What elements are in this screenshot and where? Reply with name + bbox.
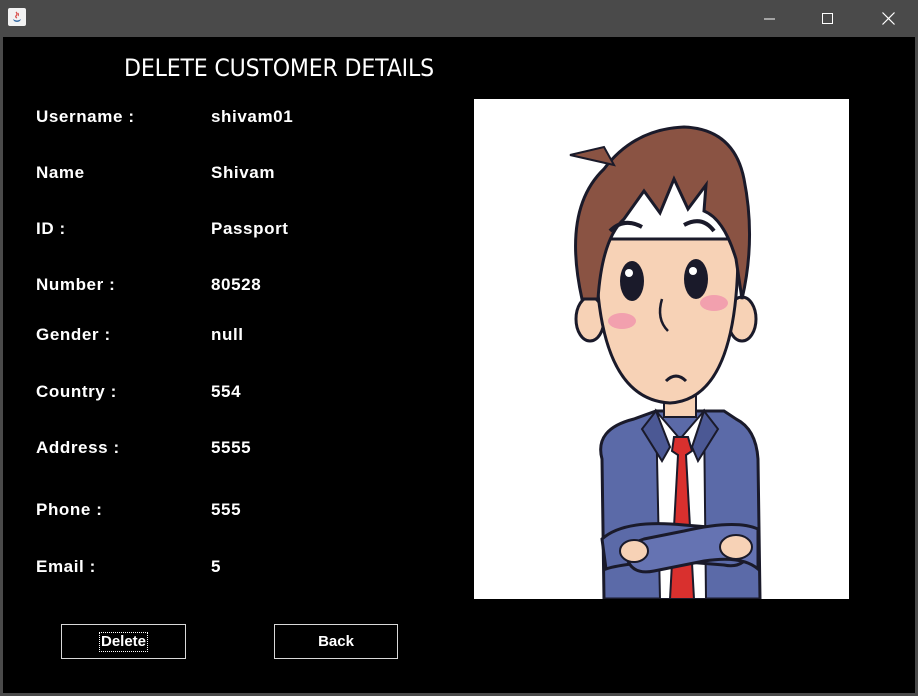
country-value: 554 xyxy=(211,382,242,401)
phone-label: Phone : xyxy=(36,500,103,519)
app-window: DELETE CUSTOMER DETAILS Username : shiva… xyxy=(0,0,918,696)
email-label: Email : xyxy=(36,557,96,576)
java-app-icon xyxy=(8,8,26,26)
maximize-icon xyxy=(822,12,833,24)
minimize-button[interactable] xyxy=(747,0,793,37)
gender-value: null xyxy=(211,325,244,344)
phone-value: 555 xyxy=(211,500,242,519)
customer-illustration xyxy=(474,99,849,599)
country-label: Country : xyxy=(36,382,117,401)
username-label: Username : xyxy=(36,107,135,126)
name-value: Shivam xyxy=(211,163,276,182)
address-value: 5555 xyxy=(211,438,252,457)
id-value: Passport xyxy=(211,219,289,238)
close-icon xyxy=(881,12,895,25)
name-label: Name xyxy=(36,163,85,182)
back-button-label: Back xyxy=(318,633,354,650)
page-title: DELETE CUSTOMER DETAILS xyxy=(124,54,434,82)
address-label: Address : xyxy=(36,438,120,457)
number-value: 80528 xyxy=(211,275,262,294)
delete-button-label: Delete xyxy=(98,631,149,652)
title-bar xyxy=(0,0,918,37)
content-panel: DELETE CUSTOMER DETAILS Username : shiva… xyxy=(3,37,915,693)
gender-label: Gender : xyxy=(36,325,111,344)
number-label: Number : xyxy=(36,275,116,294)
maximize-button[interactable] xyxy=(805,0,851,37)
delete-button[interactable]: Delete xyxy=(61,624,186,659)
id-label: ID : xyxy=(36,219,66,238)
email-value: 5 xyxy=(211,557,222,576)
close-button[interactable] xyxy=(865,0,911,37)
username-value: shivam01 xyxy=(211,107,294,126)
minimize-icon xyxy=(764,18,775,19)
back-button[interactable]: Back xyxy=(274,624,398,659)
